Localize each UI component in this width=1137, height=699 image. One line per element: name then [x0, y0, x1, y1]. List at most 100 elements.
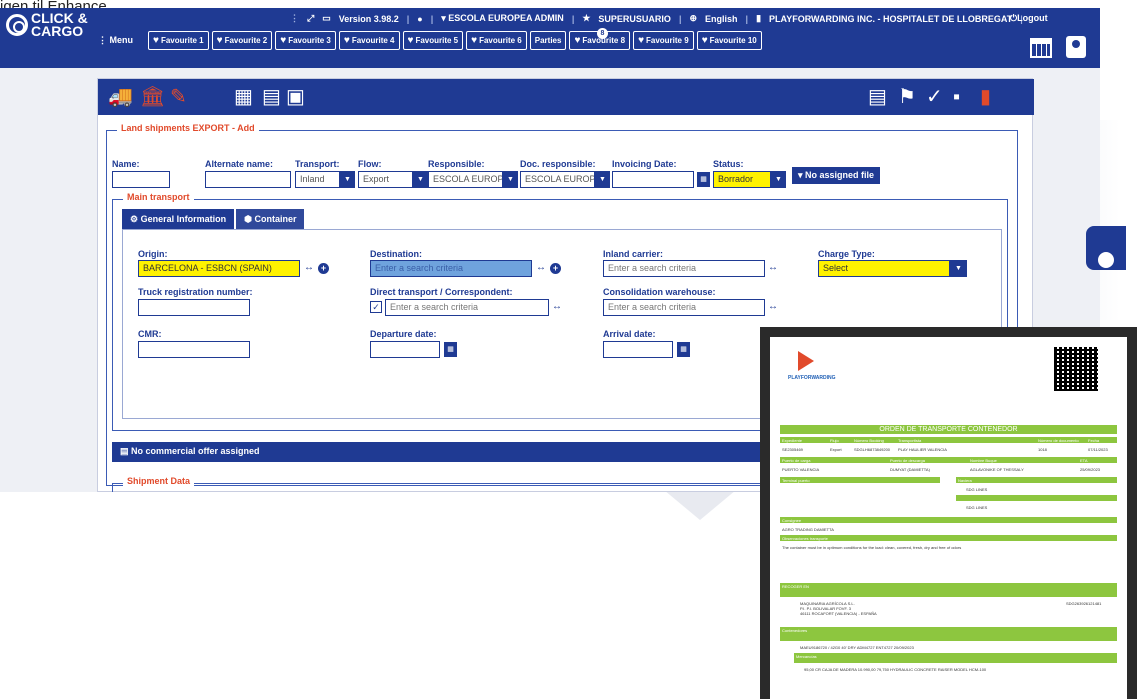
doc-responsible-select[interactable]: ESCOLA EUROPEA	[520, 171, 595, 188]
truck-input[interactable]	[138, 299, 250, 316]
sep-icon: ⋮	[290, 13, 299, 23]
alternate-input[interactable]	[205, 171, 291, 188]
favourites-bar: ♥ Favourite 1 ♥ Favourite 2 ♥ Favourite 3 ♥…	[148, 31, 762, 50]
chevron-down-icon[interactable]: ▼	[503, 171, 518, 188]
document-icon[interactable]: ▤	[262, 86, 281, 108]
consolidation-input[interactable]: Enter a search criteria	[603, 299, 765, 316]
heart-icon: ♥	[216, 35, 223, 46]
calculator-icon[interactable]: ▣	[286, 86, 305, 108]
tab-general-information[interactable]: ⚙ General Information	[122, 209, 235, 230]
doc-terminal-bar: Terminal puerto	[780, 477, 940, 483]
add-icon[interactable]: +	[550, 263, 561, 274]
menu-button[interactable]: ⋮ Menu	[98, 35, 133, 46]
direct-transport-input[interactable]: Enter a search criteria	[385, 299, 549, 316]
doc-row2-bar: Puerto de carga Puerto de descarga Nombr…	[780, 457, 1117, 463]
menu-label: Menu	[109, 35, 134, 45]
favourite-button[interactable]: ♥ Favourite 10	[696, 31, 762, 50]
parties-button[interactable]: Parties	[529, 31, 567, 50]
favourite-button[interactable]: ♥ Favourite 4	[338, 31, 400, 50]
swap-icon[interactable]: ↔	[768, 262, 778, 273]
favourite-button[interactable]: ♥ Favourite 2	[211, 31, 273, 50]
heart-icon: ♥	[280, 35, 287, 46]
destination-label: Destination:	[370, 249, 423, 259]
heart-icon: ♥	[471, 35, 478, 46]
flag-icon[interactable]: ⚑	[898, 86, 916, 108]
invoicing-label: Invoicing Date:	[612, 159, 677, 169]
click-cargo-logo[interactable]: CLICK & CARGO	[6, 11, 88, 38]
favourite-button[interactable]: ♥ Favourite 6	[466, 31, 527, 50]
transport-select[interactable]: Inland	[295, 171, 340, 188]
pallet-icon[interactable]: ▦	[234, 86, 253, 108]
responsible-select[interactable]: ESCOLA EUROPEA	[428, 171, 503, 188]
chevron-down-icon[interactable]: ▼	[950, 260, 967, 277]
heart-icon: ♥	[153, 35, 159, 46]
status-select[interactable]: Borrador	[713, 171, 771, 188]
chevron-down-icon[interactable]: ▼	[771, 171, 786, 188]
exit-icon[interactable]: ▮	[980, 86, 991, 108]
heart-icon: ♥	[407, 35, 414, 46]
destination-input[interactable]: Enter a search criteria	[370, 260, 532, 277]
favourite-button[interactable]: ♥ Favourite 9	[633, 31, 694, 50]
assistant-widget[interactable]	[1086, 226, 1126, 270]
robot-icon	[1096, 250, 1116, 270]
company-label[interactable]: PLAYFORWARDING INC. - HOSPITALET DE LLOB…	[769, 14, 1012, 24]
calendar-icon[interactable]: ▦	[677, 342, 690, 357]
shipment-data-title: Shipment Data	[123, 476, 195, 486]
chevron-down-icon[interactable]: ▼	[413, 171, 428, 188]
section-title: Land shipments EXPORT - Add	[117, 123, 259, 133]
alternate-label: Alternate name:	[205, 159, 274, 169]
edit-icon[interactable]: ✎	[170, 86, 187, 108]
no-file-button[interactable]: ▾ No assigned file	[792, 167, 881, 184]
swap-icon[interactable]: ↔	[768, 301, 778, 312]
truck-icon[interactable]: 🚚	[108, 86, 133, 108]
main-transport-title: Main transport	[123, 192, 194, 202]
departure-date-input[interactable]	[370, 341, 440, 358]
calendar-icon[interactable]: ▦	[697, 172, 710, 187]
doc-goods-bar: Mercancías	[794, 653, 1117, 663]
language-selector[interactable]: English	[705, 14, 738, 24]
cmr-input[interactable]	[138, 341, 250, 358]
contact-card-icon[interactable]	[1066, 36, 1086, 58]
arrival-date-input[interactable]	[603, 341, 673, 358]
name-input[interactable]	[112, 171, 170, 188]
user-menu[interactable]: ▾ ESCOLA EUROPEA ADMIN	[441, 13, 564, 24]
add-icon[interactable]: +	[318, 263, 329, 274]
calendar-icon[interactable]: ▦	[444, 342, 457, 357]
favourite-button[interactable]: ♥ Favourite 3	[275, 31, 336, 50]
swap-icon[interactable]: ↔	[536, 262, 546, 273]
chevron-down-icon[interactable]: ▼	[340, 171, 355, 188]
swap-icon[interactable]: ↔	[304, 262, 314, 273]
pdf-icon[interactable]: ▤	[868, 86, 887, 108]
heart-icon: ♥	[701, 35, 708, 46]
role-label: SUPERUSUARIO	[598, 13, 671, 24]
chevron-down-icon[interactable]: ▼	[595, 171, 610, 188]
logout-button[interactable]: ⏻Logout	[1010, 13, 1048, 24]
consolidation-label: Consolidation warehouse:	[603, 287, 716, 297]
doc-containers-bar: Contenedores	[780, 627, 1117, 641]
parties-badge: 8	[597, 28, 608, 39]
tab-container[interactable]: ⬢ Container	[236, 209, 305, 230]
doc-brand: PLAYFORWARDING	[788, 375, 836, 381]
status-label: Status:	[713, 159, 744, 169]
departure-label: Departure date:	[370, 329, 437, 339]
inland-carrier-input[interactable]: Enter a search criteria	[603, 260, 765, 277]
favourite-button[interactable]: ♥ Favourite 1	[148, 31, 209, 50]
favourite-button[interactable]: ♥ Favourite 5	[402, 31, 464, 50]
save-icon[interactable]: ▪	[953, 86, 960, 108]
invoicing-date-input[interactable]	[612, 171, 694, 188]
expand-icon[interactable]: ⤢	[307, 13, 314, 24]
arrival-label: Arrival date:	[603, 329, 656, 339]
check-icon[interactable]: ✓	[926, 86, 943, 108]
calendar-icon[interactable]	[1030, 38, 1052, 58]
flow-select[interactable]: Export	[358, 171, 413, 188]
charge-type-select[interactable]: Select	[818, 260, 950, 277]
version-label: Version 3.98.2	[338, 13, 399, 24]
bank-icon[interactable]: 🏛	[140, 86, 165, 108]
origin-input[interactable]: BARCELONA - ESBCN (SPAIN)	[138, 260, 300, 277]
user-icon: ●	[417, 13, 423, 24]
doc-recoger-bar: RECOGER EN	[780, 583, 1117, 597]
swap-icon[interactable]: ↔	[552, 301, 562, 312]
direct-transport-checkbox[interactable]: ✓	[370, 301, 382, 313]
doc-obs-bar: Observaciones transporte	[780, 535, 1117, 541]
action-toolbar: 🚚 🏛 ✎ ▦ ▤ ▣ ▤ ⚑ ✓ ▪ ▮	[98, 79, 1034, 115]
